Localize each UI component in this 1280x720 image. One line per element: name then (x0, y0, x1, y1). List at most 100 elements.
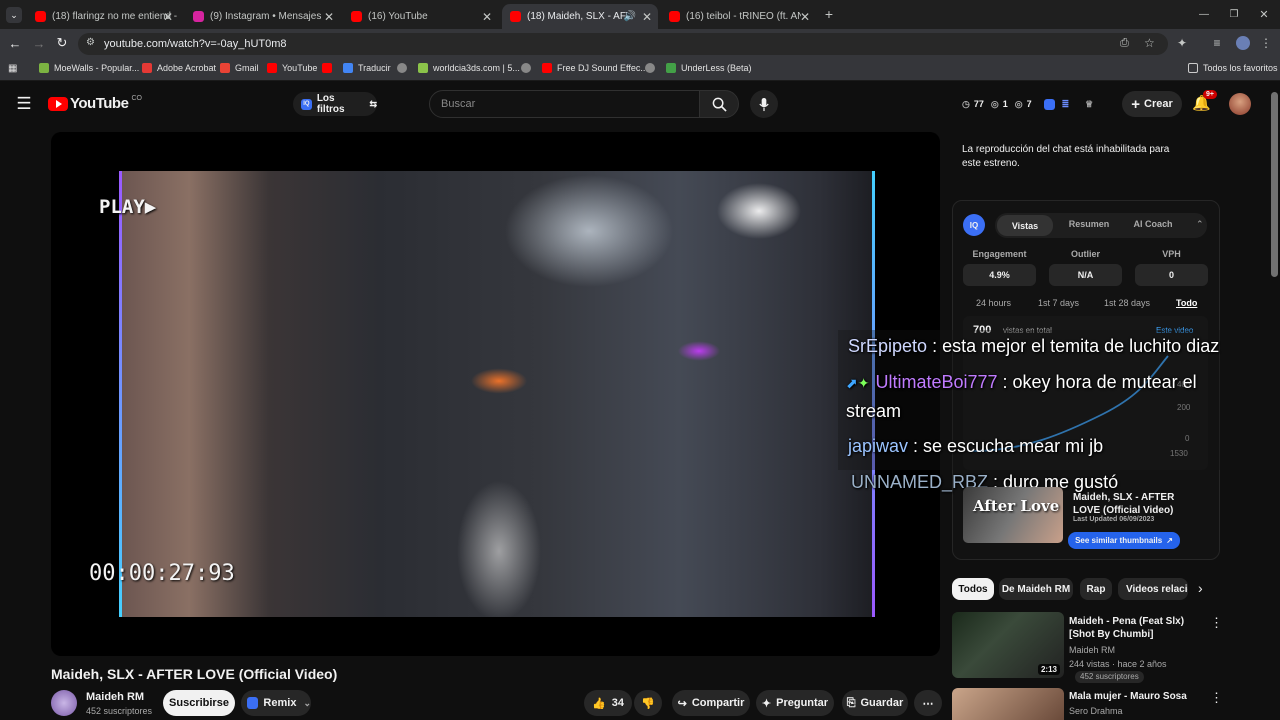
trophy-icon[interactable]: ♕ (1085, 99, 1093, 110)
chat-line: ⬈✦ UltimateBoi777 : okey hora de mutear e… (846, 372, 1197, 392)
speaker-icon[interactable]: 🔊 (624, 11, 636, 22)
tab-3-active[interactable]: (18) Maideh, SLX - AFTER LO 🔊 ✕ (502, 4, 658, 29)
bookmark-gmail[interactable]: Gmail (220, 63, 259, 73)
related-title[interactable]: Maideh - Pena (Feat Slx) [Shot By Chumbi… (1069, 615, 1204, 641)
media-control-icon[interactable]: ≡ (1210, 36, 1224, 50)
bookmark-youtube[interactable]: YouTube (267, 63, 317, 73)
close-tab-icon[interactable]: ✕ (163, 10, 173, 24)
stat-other: 7 (1026, 99, 1032, 109)
youtube-logo[interactable]: YouTube CO (48, 95, 142, 112)
kebab-menu-icon[interactable]: ⋮ (1259, 36, 1273, 50)
account-avatar[interactable] (1229, 93, 1251, 115)
chip-rap[interactable]: Rap (1080, 578, 1112, 600)
chevron-down-icon: ⌄ (303, 697, 311, 708)
bookmark-star-icon[interactable]: ☆ (1144, 36, 1155, 50)
apps-grid-icon[interactable]: ▦ (8, 63, 17, 74)
bookmark-free-dj[interactable]: Free DJ Sound Effec... (542, 63, 648, 73)
tab-ai-coach[interactable]: AI Coach (1123, 219, 1183, 229)
collapse-icon[interactable]: ⌃ (1196, 219, 1204, 230)
back-icon[interactable]: ← (8, 36, 22, 51)
share-button[interactable]: ↪ Compartir (672, 690, 750, 716)
extensions-icon[interactable]: ✦ (1175, 36, 1189, 50)
like-button[interactable]: 👍 34 (584, 690, 632, 716)
tab-search-icon[interactable]: ⌄ (6, 7, 22, 23)
tab-1[interactable]: (9) Instagram • Mensajes ✕ (185, 4, 340, 29)
hamburger-menu-icon[interactable]: ☰ (14, 94, 34, 114)
tab-resumen[interactable]: Resumen (1059, 219, 1119, 229)
save-button[interactable]: ⎘ Guardar (842, 690, 908, 716)
close-window-icon[interactable]: ✕ (1256, 6, 1272, 22)
range-todo[interactable]: Todo (1176, 298, 1197, 308)
tab-4[interactable]: (16) teibol - tRINEO (ft. ANTIHE ✕ (661, 4, 816, 29)
reload-icon[interactable]: ↻ (55, 35, 69, 50)
related-channel[interactable]: Maideh RM (1069, 645, 1115, 655)
chips-next-icon[interactable]: › (1198, 580, 1203, 596)
close-tab-icon[interactable]: ✕ (642, 10, 652, 24)
video-duration: 2:13 (1037, 664, 1060, 675)
close-tab-icon[interactable]: ✕ (324, 10, 334, 24)
restore-icon[interactable]: ❐ (1226, 6, 1242, 22)
all-bookmarks[interactable]: Todos los favoritos (1188, 63, 1278, 73)
bookmark-worldcia[interactable]: worldcia3ds.com | 5... (418, 63, 520, 73)
bookmark-youtube-2[interactable] (322, 63, 337, 73)
range-24h[interactable]: 24 hours (976, 298, 1011, 308)
video-player[interactable]: PLAY▶ 00:00:27:93 (51, 132, 940, 656)
bookmark-globe-2[interactable] (521, 63, 536, 73)
range-7d[interactable]: 1st 7 days (1038, 298, 1079, 308)
url-text[interactable]: youtube.com/watch?v=-0ay_hUT0m8 (104, 38, 287, 50)
remix-button[interactable]: Remix ⌄ (241, 690, 311, 716)
filters-button[interactable]: IQ Los filtros ⇆ (293, 92, 377, 116)
dislike-button[interactable]: 👎 (634, 690, 662, 716)
range-28d[interactable]: 1st 28 days (1104, 298, 1150, 308)
vidiq-icon[interactable] (1043, 98, 1055, 110)
worldcia-icon (418, 63, 428, 73)
page-scrollbar[interactable] (1271, 92, 1278, 277)
subscribe-button[interactable]: Suscribirse (163, 690, 235, 716)
bookmark-traducir[interactable]: Traducir (343, 63, 391, 73)
related-thumbnail[interactable] (952, 688, 1064, 720)
profile-avatar-icon[interactable] (1236, 36, 1250, 50)
forward-icon[interactable]: → (32, 36, 46, 51)
minimize-icon[interactable]: — (1196, 6, 1212, 22)
list-icon[interactable]: ≣ (1062, 99, 1070, 110)
omnibox[interactable]: ⚙ youtube.com/watch?v=-0ay_hUT0m8 ⎙ ☆ (78, 33, 1168, 55)
related-more-icon[interactable]: ⋮ (1210, 615, 1223, 631)
video-thumbnail-card[interactable]: After Love (963, 487, 1063, 543)
search-input[interactable]: Buscar (429, 90, 700, 118)
chip-videos-relacionados[interactable]: Videos relacio (1118, 578, 1188, 600)
related-title[interactable]: Mala mujer - Mauro Sosa (1069, 690, 1204, 703)
create-button[interactable]: + Crear (1122, 91, 1182, 117)
bookmark-underless[interactable]: UnderLess (Beta) (666, 63, 752, 73)
ask-button[interactable]: ✦ Preguntar (756, 690, 834, 716)
tab-0[interactable]: (18) flaringz no me entiend - Yo ✕ (27, 4, 179, 29)
related-more-icon[interactable]: ⋮ (1210, 690, 1223, 706)
close-tab-icon[interactable]: ✕ (800, 10, 810, 24)
bookmark-moewalls[interactable]: MoeWalls - Popular... (39, 63, 139, 73)
translate-icon (343, 63, 353, 73)
install-app-icon[interactable]: ⎙ (1120, 37, 1129, 50)
more-actions-button[interactable]: ⋯ (914, 690, 942, 716)
voice-search-button[interactable] (750, 90, 778, 118)
close-tab-icon[interactable]: ✕ (482, 10, 492, 24)
related-channel[interactable]: Sero Drahma (1069, 706, 1123, 716)
channel-avatar[interactable] (51, 690, 77, 716)
search-button[interactable] (699, 90, 739, 118)
bookmark-adobe[interactable]: Adobe Acrobat (142, 63, 216, 73)
notifications-button[interactable]: 🔔 9+ (1192, 90, 1217, 114)
chat-line: SrEpipeto : esta mejor el temita de luch… (848, 336, 1220, 356)
bookmark-globe[interactable] (397, 63, 412, 73)
instagram-favicon-icon (193, 11, 204, 22)
related-meta: 244 vistas · hace 2 años (1069, 659, 1167, 669)
bookmark-globe-3[interactable] (645, 63, 660, 73)
tab-vistas[interactable]: Vistas (997, 215, 1053, 236)
chip-todos[interactable]: Todos (952, 578, 994, 600)
youtube-icon (542, 63, 552, 73)
site-info-icon[interactable]: ⚙ (86, 37, 95, 48)
channel-name[interactable]: Maideh RM (86, 691, 144, 703)
youtube-icon (322, 63, 332, 73)
tab-2[interactable]: (16) YouTube ✕ (343, 4, 498, 29)
chip-de-maideh[interactable]: De Maideh RM (999, 578, 1073, 600)
related-thumbnail[interactable]: 2:13 (952, 612, 1064, 678)
similar-thumbnails-button[interactable]: See similar thumbnails ↗ (1068, 532, 1180, 549)
new-tab-icon[interactable]: + (821, 6, 837, 22)
